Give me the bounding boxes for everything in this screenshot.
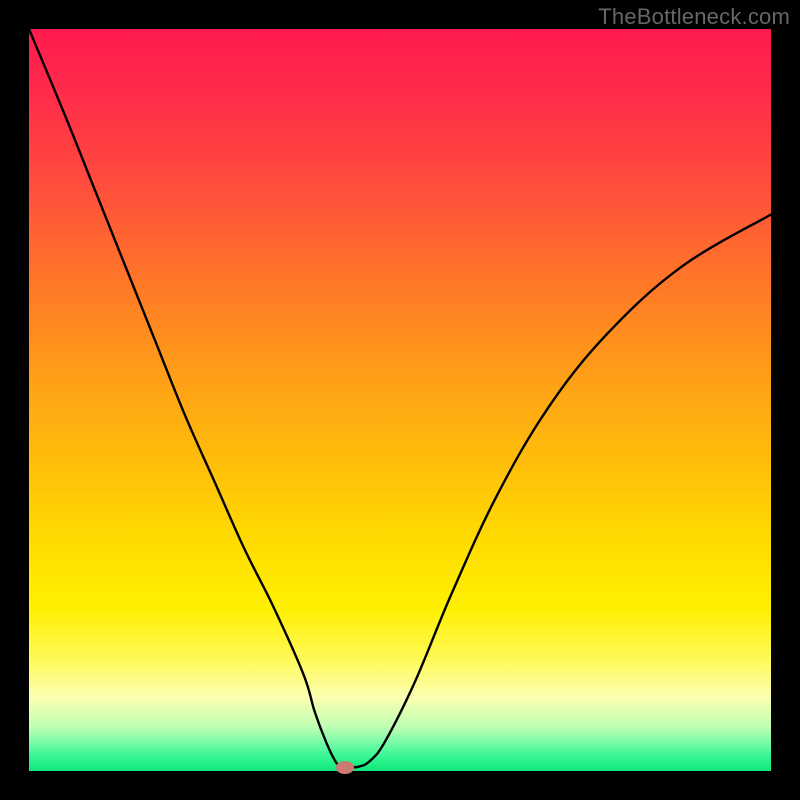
chart-frame: TheBottleneck.com bbox=[0, 0, 800, 800]
watermark-text: TheBottleneck.com bbox=[598, 4, 790, 30]
optimum-marker bbox=[336, 761, 354, 774]
bottleneck-curve bbox=[29, 29, 771, 768]
curve-svg bbox=[29, 29, 771, 771]
plot-area bbox=[29, 29, 771, 771]
